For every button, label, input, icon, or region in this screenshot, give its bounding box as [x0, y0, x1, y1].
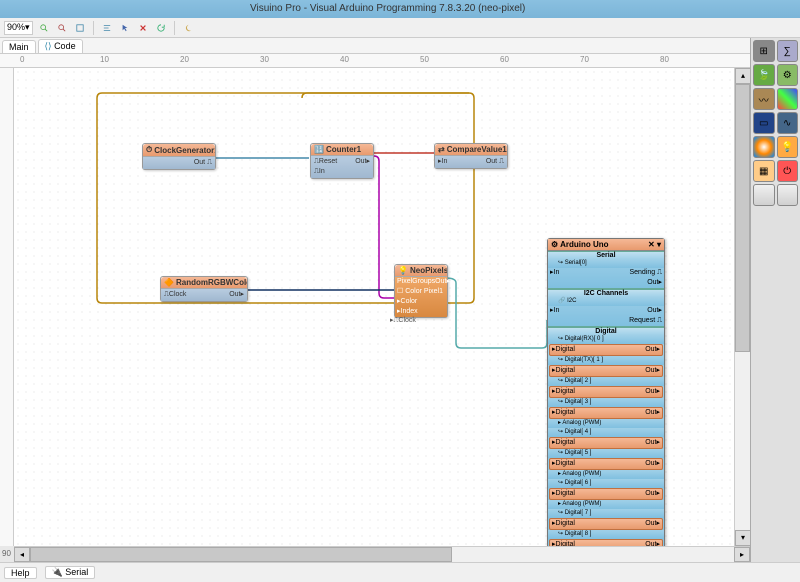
- titlebar: Visuino Pro - Visual Arduino Programming…: [0, 0, 800, 18]
- ruler-horizontal: 0 10 20 30 40 50 60 70 80: [0, 54, 800, 68]
- toolbar: 90%▾: [0, 18, 800, 38]
- help-button[interactable]: Help: [4, 567, 37, 579]
- pal-wave[interactable]: ∿: [777, 112, 799, 134]
- pin-d8[interactable]: ▸DigitalOut▸: [549, 539, 663, 546]
- canvas-area: ⏱ClockGenerator1 Out ⎍ 🔢Counter1 ⎍ResetO…: [14, 68, 750, 546]
- serial-section-hdr: Serial: [548, 252, 664, 259]
- color-icon: 🔶: [164, 278, 174, 287]
- scrollbar-horizontal[interactable]: ◂▸: [14, 546, 750, 562]
- tab-main[interactable]: Main: [2, 40, 36, 53]
- component-palette: ⊞∑ 🍃⚙ 〰 ▭∿ 💡 ▦⏻: [750, 38, 800, 582]
- sep2: [174, 21, 175, 35]
- pin-d2[interactable]: ▸DigitalOut▸: [549, 386, 663, 398]
- pal-chip[interactable]: ▦: [753, 160, 775, 182]
- select-icon[interactable]: [118, 21, 132, 35]
- pal-gears[interactable]: ⚙: [777, 64, 799, 86]
- zoom-in-icon[interactable]: [37, 21, 51, 35]
- i2c-section-hdr: I2C Channels: [548, 290, 664, 297]
- node-neopixels[interactable]: 💡NeoPixels1 PixelGroupsOut▸ ☐ Color Pixe…: [394, 264, 448, 318]
- node-randomcolor[interactable]: 🔶RandomRGBWColor1 ⎍ClockOut▸: [160, 276, 248, 302]
- status-coord: 90: [2, 549, 11, 558]
- pal-rgb[interactable]: [777, 88, 799, 110]
- node-counter[interactable]: 🔢Counter1 ⎍ResetOut▸ ⎍In: [310, 143, 374, 179]
- node-clockgenerator[interactable]: ⏱ClockGenerator1 Out ⎍: [142, 143, 216, 170]
- pin-d4[interactable]: ▸DigitalOut▸: [549, 437, 663, 449]
- pal-leaf[interactable]: 🍃: [753, 64, 775, 86]
- node-comparevalue[interactable]: ⇄CompareValue1 ▸InOut ⎍: [434, 143, 508, 169]
- pal-color[interactable]: [753, 136, 775, 158]
- pal-math[interactable]: ∑: [777, 40, 799, 62]
- neopixel-clock-pin[interactable]: ▸⎍Clock: [390, 316, 416, 325]
- tab-code-label: Code: [54, 41, 76, 51]
- pal-power[interactable]: ⏻: [777, 160, 799, 182]
- pin-d7[interactable]: ▸DigitalOut▸: [549, 518, 663, 530]
- arduino-header: ⚙ Arduino Uno ✕ ▾: [548, 239, 664, 251]
- pin-d0[interactable]: ▸DigitalOut▸: [549, 344, 663, 356]
- pin-d1[interactable]: ▸DigitalOut▸: [549, 365, 663, 377]
- serial-button[interactable]: 🔌 Serial: [45, 566, 96, 579]
- delete-icon[interactable]: [136, 21, 150, 35]
- tabbar: Main ⟨⟩ Code: [0, 38, 800, 54]
- digital-section-hdr: Digital: [548, 328, 664, 335]
- node-header: 💡NeoPixels1: [395, 265, 447, 277]
- statusbar: 90 Help 🔌 Serial: [0, 562, 800, 582]
- led-icon: 💡: [398, 266, 408, 275]
- pin-d6[interactable]: ▸DigitalOut▸: [549, 488, 663, 500]
- pal-empty2[interactable]: [777, 184, 799, 206]
- ruler-vertical: [0, 68, 14, 546]
- moon-icon[interactable]: [181, 21, 195, 35]
- pal-empty1[interactable]: [753, 184, 775, 206]
- sep: [93, 21, 94, 35]
- zoom-out-icon[interactable]: [55, 21, 69, 35]
- node-header: 🔶RandomRGBWColor1: [161, 277, 247, 289]
- pal-signal[interactable]: 〰: [753, 88, 775, 110]
- zoom-fit-icon[interactable]: [73, 21, 87, 35]
- tab-code[interactable]: ⟨⟩ Code: [38, 39, 83, 53]
- pal-display[interactable]: ▭: [753, 112, 775, 134]
- out-label: Out: [194, 159, 205, 166]
- node-header: ⇄CompareValue1: [435, 144, 507, 156]
- pal-data[interactable]: ⊞: [753, 40, 775, 62]
- counter-icon: 🔢: [314, 145, 324, 154]
- compare-icon: ⇄: [438, 145, 445, 154]
- pin-d5[interactable]: ▸DigitalOut▸: [549, 458, 663, 470]
- refresh-icon[interactable]: [154, 21, 168, 35]
- node-header: ⏱ClockGenerator1: [143, 144, 215, 157]
- scrollbar-vertical[interactable]: ▴ ▾: [734, 68, 750, 546]
- zoom-combo[interactable]: 90%▾: [4, 21, 33, 35]
- pin-d3[interactable]: ▸DigitalOut▸: [549, 407, 663, 419]
- clock-icon: ⏱: [146, 145, 152, 155]
- pal-bulb[interactable]: 💡: [777, 136, 799, 158]
- align-icon[interactable]: [100, 21, 114, 35]
- node-arduino[interactable]: ⚙ Arduino Uno ✕ ▾ Serial ↪ Serial[0] ▸In…: [547, 238, 665, 546]
- canvas[interactable]: ⏱ClockGenerator1 Out ⎍ 🔢Counter1 ⎍ResetO…: [14, 68, 750, 546]
- node-header: 🔢Counter1: [311, 144, 373, 156]
